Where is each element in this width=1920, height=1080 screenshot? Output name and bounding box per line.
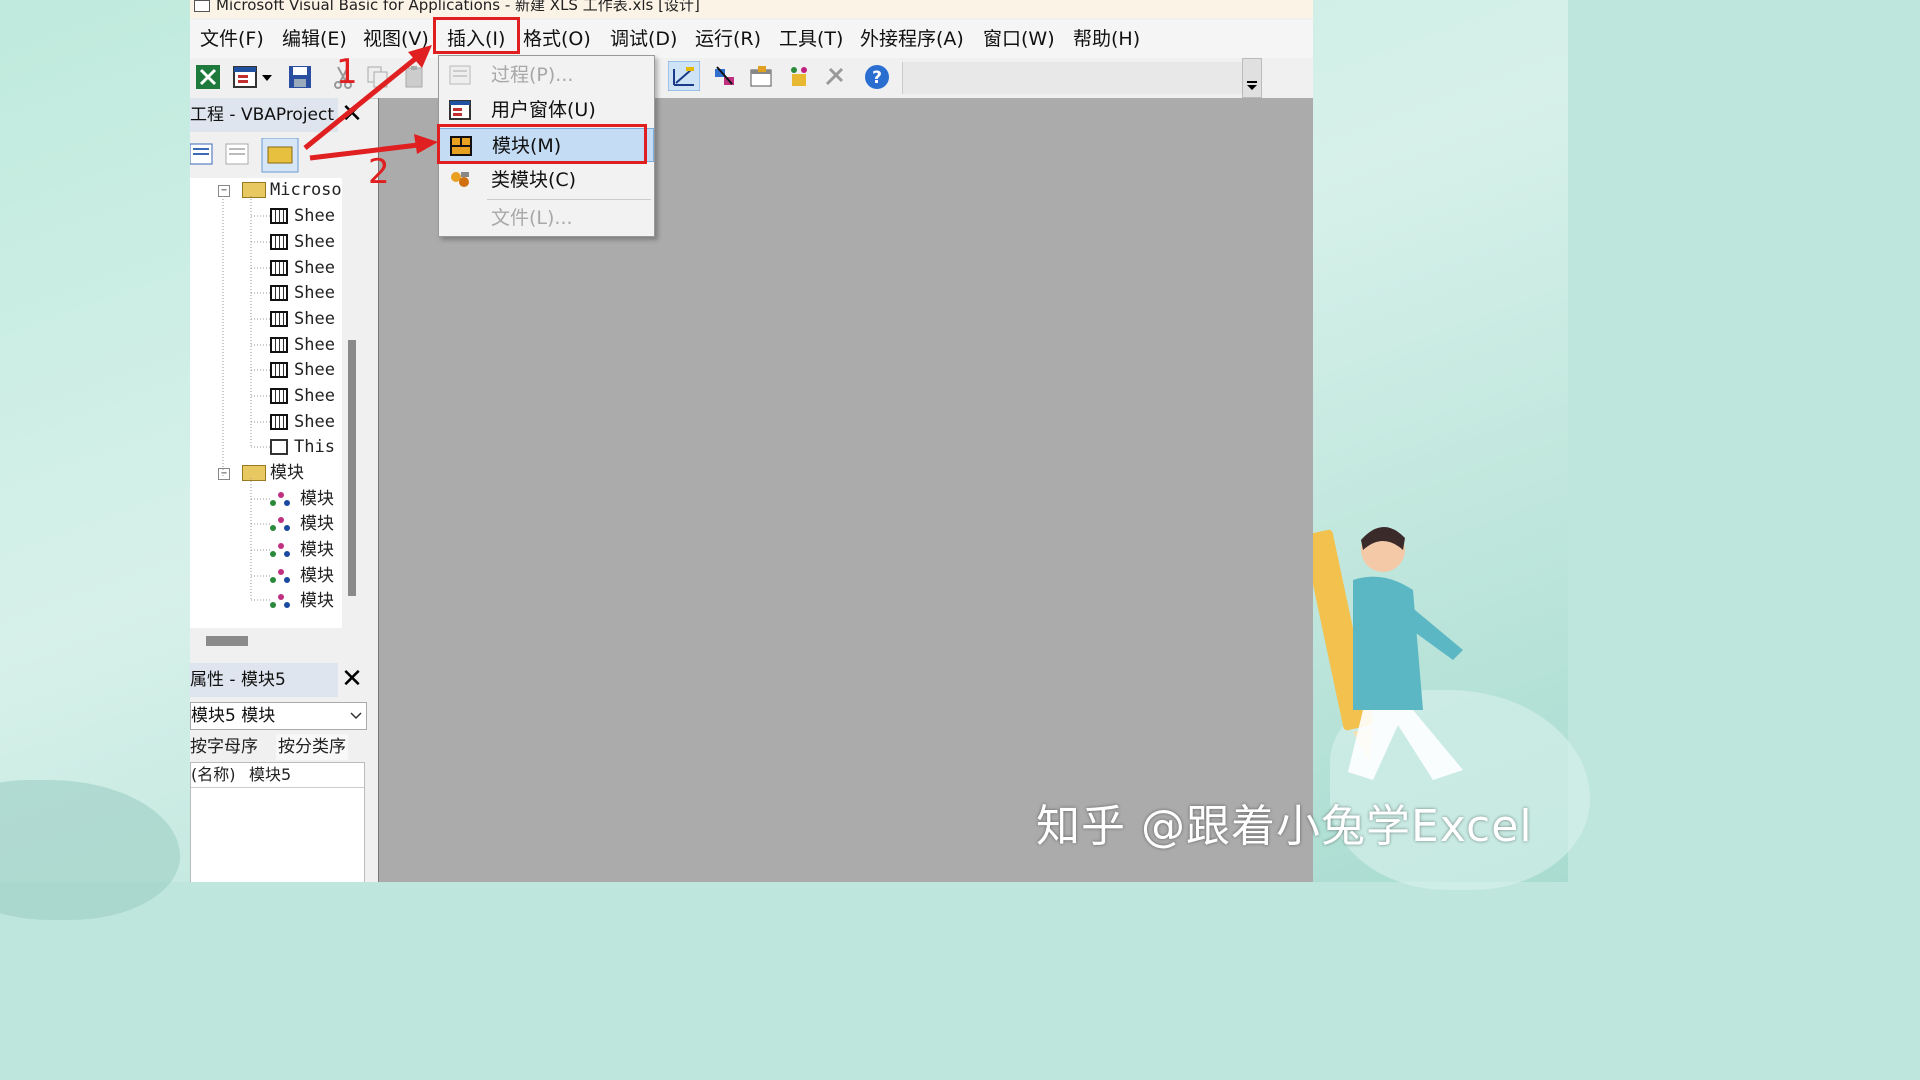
illustration-person-with-pencil	[1313, 526, 1463, 780]
menu-debug[interactable]: 调试(D)	[610, 26, 677, 52]
menu-format[interactable]: 格式(O)	[523, 26, 591, 52]
menu-separator	[487, 199, 651, 200]
app-icon	[194, 0, 210, 12]
property-name: (名称)	[191, 765, 236, 784]
view-object-icon[interactable]	[225, 143, 249, 165]
arrow-annotations	[303, 45, 438, 161]
background-shape	[0, 780, 180, 920]
chevron-down-icon	[1247, 81, 1257, 90]
view-code-icon[interactable]	[190, 143, 213, 165]
highlight-box-module-item	[437, 124, 647, 164]
project-explorer-pane: 工程 - VBAProject ✕ − Microso Shee Shee Sh…	[190, 98, 370, 658]
menu-run[interactable]: 运行(R)	[695, 26, 761, 52]
class-module-icon	[451, 172, 469, 187]
properties-window-icon[interactable]	[748, 64, 774, 90]
menu-file[interactable]: 文件(F)	[200, 26, 264, 52]
chevron-down-icon	[350, 712, 362, 720]
svg-text:?: ?	[872, 68, 882, 88]
project-explorer-icon[interactable]	[712, 64, 738, 90]
menu-item-procedure[interactable]: 过程(P)...	[439, 58, 654, 92]
tab-alphabetic[interactable]: 按字母序	[190, 734, 258, 760]
menu-item-file[interactable]: 文件(L)...	[439, 201, 654, 235]
close-icon[interactable]: ✕	[338, 665, 366, 693]
menu-item-label: 文件(L)...	[491, 207, 573, 229]
title-bar: Microsoft Visual Basic for Applications …	[190, 0, 1313, 18]
object-browser-icon[interactable]	[786, 64, 812, 90]
project-tree: − Microso Shee Shee Shee Shee Shee Shee …	[190, 178, 342, 628]
menu-item-class-module[interactable]: 类模块(C)	[439, 163, 654, 197]
toolbar-options-dropdown[interactable]	[1242, 58, 1262, 98]
tab-categorized[interactable]: 按分类序	[276, 734, 348, 760]
step-number-2: 2	[368, 152, 390, 192]
excel-icon[interactable]	[195, 64, 221, 90]
properties-title: 属性 - 模块5	[190, 663, 338, 697]
project-tree-vertical-scrollbar[interactable]	[342, 178, 360, 628]
toolbar-empty-area	[902, 62, 1245, 94]
property-grid: (名称) 模块5	[190, 762, 365, 882]
design-mode-icon[interactable]	[668, 61, 700, 91]
userform-icon	[449, 100, 471, 120]
menu-help[interactable]: 帮助(H)	[1073, 26, 1140, 52]
step-number-1: 1	[336, 52, 358, 92]
help-icon[interactable]: ?	[864, 64, 890, 90]
property-row[interactable]: (名称) 模块5	[191, 763, 364, 788]
toolbox-icon[interactable]	[822, 64, 848, 90]
object-selector-value: 模块5 模块	[191, 706, 276, 726]
menu-window[interactable]: 窗口(W)	[983, 26, 1055, 52]
watermark-text: 知乎 @跟着小兔学Excel	[1036, 801, 1533, 852]
property-value[interactable]: 模块5	[249, 763, 291, 787]
menu-tools[interactable]: 工具(T)	[779, 26, 843, 52]
object-selector-dropdown[interactable]: 模块5 模块	[190, 702, 367, 730]
procedure-icon	[449, 65, 471, 85]
menu-item-label: 用户窗体(U)	[491, 99, 596, 121]
scrollbar-thumb[interactable]	[348, 340, 356, 596]
menu-item-userform[interactable]: 用户窗体(U)	[439, 93, 654, 127]
menu-item-label: 过程(P)...	[491, 64, 574, 86]
insert-userform-icon[interactable]	[232, 64, 258, 90]
window-title: Microsoft Visual Basic for Applications …	[216, 0, 700, 14]
properties-pane: 属性 - 模块5 ✕ 模块5 模块 按字母序 按分类序 (名称) 模块5	[190, 660, 370, 882]
tree-lines	[222, 196, 270, 601]
menu-addins[interactable]: 外接程序(A)	[860, 26, 964, 52]
project-tree-horizontal-scrollbar[interactable]	[206, 636, 248, 646]
chevron-down-icon[interactable]	[260, 64, 274, 90]
menu-item-label: 类模块(C)	[491, 169, 577, 191]
